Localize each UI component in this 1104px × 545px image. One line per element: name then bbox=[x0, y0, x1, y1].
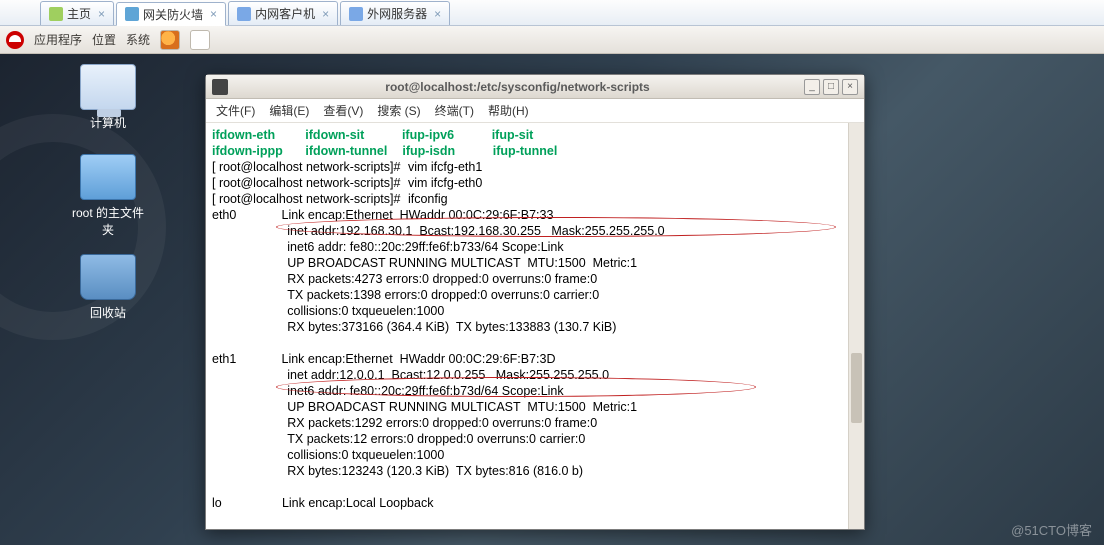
icon-label: 回收站 bbox=[90, 306, 126, 320]
desktop[interactable]: 计算机 root 的主文件夹 回收站 root@localhost:/etc/s… bbox=[0, 54, 1104, 545]
terminal-output[interactable]: ifdown-eth ifdown-sit ifup-ipv6 ifup-sit… bbox=[206, 123, 864, 529]
menu-places[interactable]: 位置 bbox=[92, 31, 116, 48]
tab-label: 外网服务器 bbox=[367, 5, 427, 22]
icon-label: root 的主文件夹 bbox=[72, 206, 144, 237]
redhat-icon[interactable] bbox=[6, 31, 24, 49]
window-title: root@localhost:/etc/sysconfig/network-sc… bbox=[234, 80, 801, 94]
scrollbar-thumb[interactable] bbox=[851, 353, 862, 423]
menu-search[interactable]: 搜索 (S) bbox=[377, 102, 420, 119]
home-icon bbox=[49, 7, 63, 21]
tab-label: 网关防火墙 bbox=[143, 6, 203, 23]
close-icon[interactable]: × bbox=[434, 7, 441, 21]
close-icon[interactable]: × bbox=[322, 7, 329, 21]
vm-tab-home[interactable]: 主页 × bbox=[40, 1, 114, 25]
menu-file[interactable]: 文件(F) bbox=[216, 102, 255, 119]
vm-tab-wan-server[interactable]: 外网服务器 × bbox=[340, 1, 450, 25]
firewall-icon bbox=[125, 7, 139, 21]
watermark: @51CTO博客 bbox=[1011, 520, 1092, 539]
menu-system[interactable]: 系统 bbox=[126, 31, 150, 48]
menu-view[interactable]: 查看(V) bbox=[323, 102, 363, 119]
app-launcher-icon[interactable] bbox=[190, 30, 210, 50]
terminal-window: root@localhost:/etc/sysconfig/network-sc… bbox=[205, 74, 865, 530]
terminal-titlebar[interactable]: root@localhost:/etc/sysconfig/network-sc… bbox=[206, 75, 864, 99]
vm-tab-firewall[interactable]: 网关防火墙 × bbox=[116, 2, 226, 26]
desktop-icon-computer[interactable]: 计算机 bbox=[68, 64, 148, 131]
desktop-icon-trash[interactable]: 回收站 bbox=[68, 254, 148, 321]
terminal-menubar: 文件(F) 编辑(E) 查看(V) 搜索 (S) 终端(T) 帮助(H) bbox=[206, 99, 864, 123]
terminal-icon bbox=[212, 79, 228, 95]
menu-applications[interactable]: 应用程序 bbox=[34, 31, 82, 48]
trash-icon bbox=[80, 254, 136, 300]
vm-tab-lan-client[interactable]: 内网客户机 × bbox=[228, 1, 338, 25]
terminal-scrollbar[interactable] bbox=[848, 123, 864, 529]
gnome-top-panel: 应用程序 位置 系统 bbox=[0, 26, 1104, 54]
desktop-icon-home[interactable]: root 的主文件夹 bbox=[68, 154, 148, 238]
minimize-button[interactable]: _ bbox=[804, 79, 820, 95]
vm-tab-bar: 主页 × 网关防火墙 × 内网客户机 × 外网服务器 × bbox=[0, 0, 1104, 26]
icon-label: 计算机 bbox=[90, 116, 126, 130]
close-icon[interactable]: × bbox=[210, 7, 217, 21]
lan-icon bbox=[237, 7, 251, 21]
folder-home-icon bbox=[80, 154, 136, 200]
close-button[interactable]: × bbox=[842, 79, 858, 95]
close-icon[interactable]: × bbox=[98, 7, 105, 21]
menu-terminal[interactable]: 终端(T) bbox=[435, 102, 474, 119]
firefox-icon[interactable] bbox=[160, 30, 180, 50]
menu-help[interactable]: 帮助(H) bbox=[488, 102, 529, 119]
wan-icon bbox=[349, 7, 363, 21]
menu-edit[interactable]: 编辑(E) bbox=[269, 102, 309, 119]
maximize-button[interactable]: □ bbox=[823, 79, 839, 95]
tab-label: 主页 bbox=[67, 5, 91, 22]
computer-icon bbox=[80, 64, 136, 110]
tab-label: 内网客户机 bbox=[255, 5, 315, 22]
